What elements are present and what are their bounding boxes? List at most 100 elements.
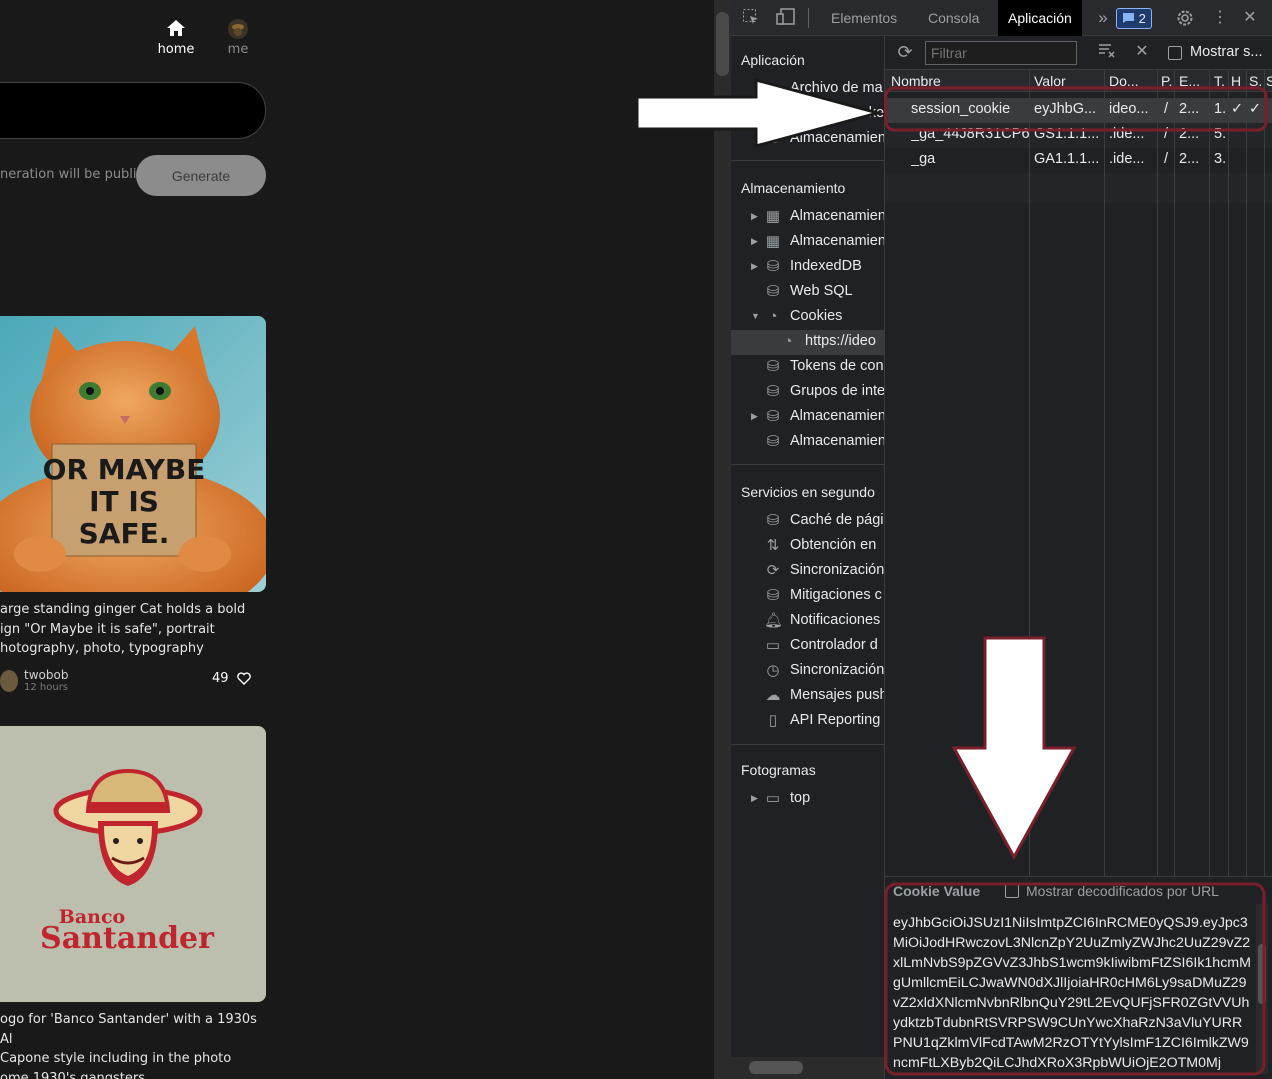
sidebar-item-background-fetch[interactable]: ⇅ Obtención en	[731, 534, 884, 559]
collapse-arrow-icon[interactable]: ▼	[751, 311, 760, 321]
cookie-toolbar: ⟳ ✕ Mostrar s...	[885, 36, 1272, 70]
device-toolbar-icon[interactable]	[776, 8, 796, 28]
close-icon[interactable]: ✕	[1240, 8, 1260, 28]
scroll-thumb[interactable]	[716, 12, 729, 76]
col-samesite[interactable]: S	[1266, 73, 1272, 89]
scroll-thumb[interactable]	[1258, 944, 1266, 1004]
sidebar-item-reporting-api[interactable]: ▯ API Reporting	[731, 709, 884, 734]
scroll-thumb[interactable]	[749, 1061, 803, 1074]
tab-aplicacion[interactable]: Aplicación	[998, 0, 1082, 36]
inspect-icon[interactable]	[741, 8, 761, 28]
cell-size: 3.	[1214, 151, 1227, 167]
sidebar-item-local-storage[interactable]: ▶ ▦ Almacenamien	[731, 205, 884, 230]
frame-icon: ▭	[765, 790, 781, 807]
gear-icon: ⚙	[766, 105, 780, 122]
table-icon: ▦	[765, 233, 781, 250]
bell-icon: 🔔︎	[764, 612, 784, 629]
nav-home[interactable]: home	[156, 18, 196, 57]
clear-filtered-icon[interactable]	[1097, 42, 1117, 62]
card-icon: ▭	[765, 637, 781, 654]
sidebar-item-payment-handler[interactable]: ▭ Controlador d	[731, 634, 884, 659]
sidebar-item-interest-groups[interactable]: ⛁ Grupos de inte	[731, 380, 884, 405]
santander-image[interactable]: Banco Santander	[0, 726, 266, 1002]
expand-arrow-icon[interactable]: ▶	[751, 793, 758, 804]
tab-elementos[interactable]: Elementos	[821, 0, 907, 36]
sidebar-item-trust-tokens[interactable]: ⛁ Tokens de con	[731, 355, 884, 380]
sync-icon: ⟳	[766, 562, 780, 579]
show-issues-label: Mostrar s...	[1190, 44, 1263, 60]
cell-domain: ideo...	[1109, 101, 1149, 117]
cell-name: _ga	[911, 151, 936, 167]
sidebar-item-push-messaging[interactable]: ☁ Mensajes push	[731, 684, 885, 709]
generate-button[interactable]: Generate	[136, 155, 266, 196]
sidebar-item-cookies[interactable]: ▼ ◔ Cookies	[731, 305, 884, 330]
table-row[interactable]: _ga_44J8R31CP6 GS1.1.1... .ide... / 2...…	[885, 123, 1272, 148]
sidebar-item-bounce-tracking[interactable]: ⛁ Mitigaciones c	[731, 584, 884, 609]
col-size[interactable]: T.	[1214, 73, 1225, 89]
expand-arrow-icon[interactable]: ▶	[751, 236, 758, 247]
only-issues-checkbox[interactable]	[1168, 46, 1182, 60]
table-row[interactable]: session_cookie eyJhbG... ideo... / 2... …	[885, 98, 1272, 123]
cookie-icon: ◔	[783, 333, 793, 350]
sidebar-item-cache-storage[interactable]: ⛁ Almacenamien	[731, 430, 884, 455]
caption-line: ome 1930's gangsters	[0, 1070, 146, 1079]
cell-value: GS1.1.1...	[1034, 126, 1100, 142]
sidebar-item-websql[interactable]: ⛁ Web SQL	[731, 280, 884, 305]
author[interactable]: twobob 12 hours	[0, 668, 68, 693]
sidebar-item-background-sync[interactable]: ⟳ Sincronización	[731, 559, 884, 584]
like-button[interactable]: 49	[212, 671, 251, 686]
tab-consola[interactable]: Consola	[918, 0, 989, 36]
svg-text:IT IS: IT IS	[89, 485, 159, 518]
delete-all-icon[interactable]: ✕	[1132, 42, 1152, 62]
col-domain[interactable]: Do...	[1109, 73, 1139, 89]
sidebar-item-shared-storage[interactable]: ▶ ⛁ Almacenamien	[731, 405, 884, 430]
table-row[interactable]: _ga GA1.1.1... .ide... / 2... 3.	[885, 148, 1272, 173]
filter-input[interactable]	[925, 41, 1077, 65]
caption-line: arge standing ginger Cat holds a bold	[0, 602, 246, 617]
settings-icon[interactable]	[1175, 8, 1195, 28]
database-icon: ⛁	[766, 283, 780, 300]
col-path[interactable]: P.	[1161, 73, 1172, 89]
sidebar-item-session-storage[interactable]: ▶ ▦ Almacenamien	[731, 230, 884, 255]
cookie-panel: ⟳ ✕ Mostrar s... Nombre Valor Do... P. E…	[885, 36, 1272, 1079]
cell-expires: 2...	[1179, 126, 1200, 142]
expand-arrow-icon[interactable]: ▶	[751, 261, 758, 272]
sidebar-item-bfcache[interactable]: ⛁ Caché de pági	[731, 509, 884, 534]
col-expires[interactable]: E...	[1179, 73, 1200, 89]
refresh-icon[interactable]: ⟳	[895, 42, 915, 62]
database-icon: ⛁	[766, 512, 780, 529]
col-value[interactable]: Valor	[1034, 73, 1066, 89]
prompt-input[interactable]	[0, 82, 266, 139]
cloud-icon: ☁	[765, 687, 781, 704]
expand-arrow-icon[interactable]: ▶	[751, 411, 758, 422]
sidebar-item-cookie-origin[interactable]: ◔ https://ideo	[731, 330, 884, 355]
cookie-value-text[interactable]: eyJhbGciOiJSUzI1NiIsImtpZCI6InRCME0yQSJ9…	[893, 913, 1251, 1073]
sidebar-item-storage[interactable]: ⛁ Almacenamien	[731, 127, 884, 152]
sidebar-item-manifest[interactable]: ▭ Archivo de ma	[731, 77, 884, 102]
sidebar-item-periodic-sync[interactable]: ◷ Sincronización	[731, 659, 884, 684]
sidebar-item-service-worker[interactable]: ⚙ Service Worke	[731, 102, 884, 127]
clock-icon: ◷	[766, 662, 780, 679]
expand-arrow-icon[interactable]: ▶	[751, 211, 758, 222]
sidebar-item-frame-top[interactable]: ▶ ▭ top	[731, 787, 884, 812]
heart-icon	[236, 672, 251, 685]
cookie-table: Nombre Valor Do... P. E... T. H S. S ses…	[885, 70, 1272, 876]
col-name[interactable]: Nombre	[891, 73, 941, 89]
kebab-menu-icon[interactable]: ⋮	[1210, 8, 1230, 28]
issues-badge[interactable]: 2	[1116, 8, 1152, 29]
decode-url-checkbox[interactable]	[1005, 884, 1019, 898]
author-name: twobob	[24, 668, 69, 682]
cat-image[interactable]: OR MAYBE IT IS SAFE.	[0, 316, 266, 592]
col-httponly[interactable]: H	[1231, 73, 1241, 89]
table-icon: ▦	[765, 208, 781, 225]
sidebar-item-notifications[interactable]: 🔔︎ Notificaciones	[731, 609, 884, 634]
nav-me[interactable]: me	[222, 18, 254, 57]
more-tabs-icon[interactable]: »	[1093, 8, 1113, 28]
table-header: Nombre Valor Do... P. E... T. H S. S	[885, 70, 1272, 92]
col-secure[interactable]: S.	[1249, 73, 1262, 89]
cookie-value-scrollbar[interactable]	[1256, 904, 1268, 1074]
sidebar-item-indexeddb[interactable]: ▶ ⛁ IndexedDB	[731, 255, 884, 280]
page-scrollbar[interactable]	[714, 0, 731, 1079]
cell-httponly: ✓	[1231, 101, 1244, 117]
sidebar-hscrollbar[interactable]	[731, 1057, 884, 1079]
